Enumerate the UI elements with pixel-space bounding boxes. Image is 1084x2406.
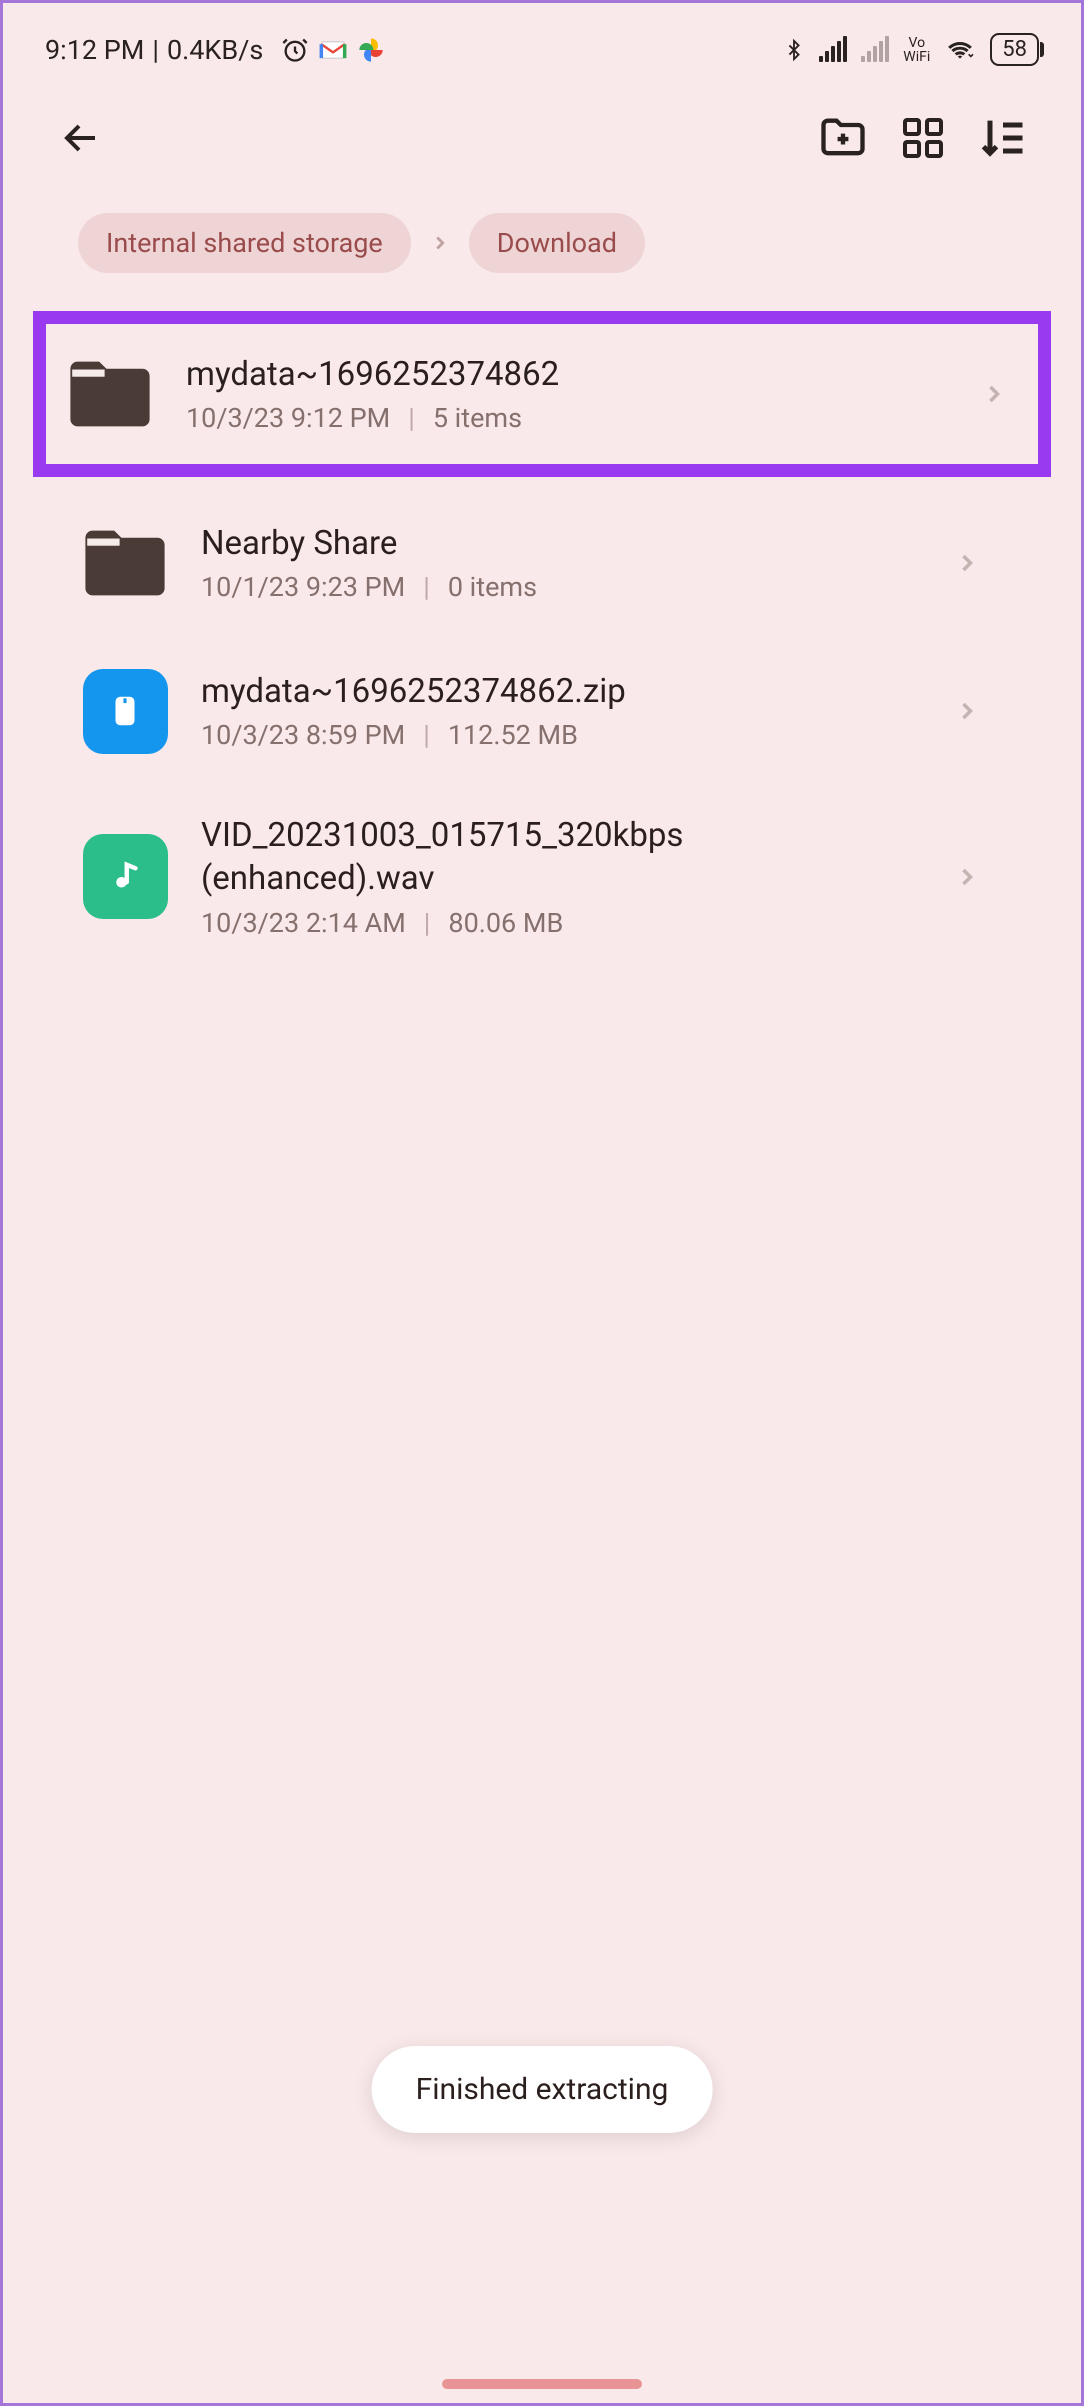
status-right: Vo WiFi 58: [783, 33, 1039, 66]
file-size: 112.52 MB: [448, 719, 578, 751]
breadcrumb: Internal shared storage Download: [3, 188, 1081, 303]
status-time: 9:12 PM: [45, 34, 144, 66]
file-name: mydata~1696252374862: [186, 354, 948, 397]
file-row-zip-mydata[interactable]: mydata~1696252374862.zip 10/3/23 8:59 PM…: [51, 637, 1031, 785]
google-photos-icon: [357, 36, 385, 64]
breadcrumb-label: Internal shared storage: [106, 227, 383, 259]
gmail-icon: [319, 36, 347, 64]
file-date: 10/3/23 9:12 PM: [186, 402, 390, 434]
file-date: 10/1/23 9:23 PM: [201, 571, 405, 603]
chevron-right-icon: [953, 863, 981, 891]
alarm-icon: [281, 36, 309, 64]
status-bar: 9:12 PM | 0.4KB/s Vo WiFi 58: [3, 3, 1081, 78]
toolbar: [3, 78, 1081, 188]
file-size: 0 items: [448, 571, 537, 603]
file-list: Nearby Share 10/1/23 9:23 PM | 0 items m…: [3, 489, 1081, 969]
audio-file-icon: [81, 833, 169, 921]
breadcrumb-download[interactable]: Download: [469, 213, 645, 273]
signal-icon: [819, 38, 847, 62]
breadcrumb-internal-storage[interactable]: Internal shared storage: [78, 213, 411, 273]
file-date: 10/3/23 2:14 AM: [201, 907, 406, 939]
highlighted-item: mydata~1696252374862 10/3/23 9:12 PM | 5…: [33, 311, 1051, 477]
meta-separator: |: [424, 907, 431, 939]
folder-icon: [66, 350, 154, 438]
file-size: 5 items: [433, 402, 522, 434]
meta-separator: |: [408, 402, 415, 434]
bluetooth-icon: [783, 35, 805, 65]
chevron-right-icon: [953, 697, 981, 725]
sort-button[interactable]: [973, 108, 1033, 168]
file-info: VID_20231003_015715_320kbps (enhanced).w…: [201, 815, 921, 939]
toast-message: Finished extracting: [372, 2046, 713, 2133]
file-name: mydata~1696252374862.zip: [201, 671, 921, 714]
file-meta: 10/3/23 8:59 PM | 112.52 MB: [201, 719, 921, 751]
meta-separator: |: [423, 571, 430, 603]
battery-indicator: 58: [990, 33, 1039, 66]
file-meta: 10/1/23 9:23 PM | 0 items: [201, 571, 921, 603]
navigation-handle[interactable]: [442, 2379, 642, 2389]
meta-separator: |: [423, 719, 430, 751]
file-row-folder-nearby-share[interactable]: Nearby Share 10/1/23 9:23 PM | 0 items: [51, 489, 1031, 637]
chevron-right-icon: [980, 380, 1008, 408]
status-separator: |: [152, 34, 159, 66]
view-grid-button[interactable]: [893, 108, 953, 168]
file-size: 80.06 MB: [448, 907, 563, 939]
vowifi-indicator: Vo WiFi: [903, 36, 930, 64]
file-name: VID_20231003_015715_320kbps (enhanced).w…: [201, 815, 921, 901]
file-meta: 10/3/23 9:12 PM | 5 items: [186, 402, 948, 434]
chevron-right-icon: [429, 232, 451, 254]
file-info: Nearby Share 10/1/23 9:23 PM | 0 items: [201, 523, 921, 604]
status-speed: 0.4KB/s: [167, 34, 263, 66]
file-row-folder-mydata[interactable]: mydata~1696252374862 10/3/23 9:12 PM | 5…: [46, 330, 1038, 458]
chevron-right-icon: [953, 549, 981, 577]
back-button[interactable]: [51, 108, 111, 168]
wifi-icon: [944, 37, 976, 63]
folder-icon: [81, 519, 169, 607]
file-meta: 10/3/23 2:14 AM | 80.06 MB: [201, 907, 921, 939]
file-info: mydata~1696252374862 10/3/23 9:12 PM | 5…: [186, 354, 948, 435]
signal-icon-2: [861, 38, 889, 62]
zip-file-icon: [81, 667, 169, 755]
status-left: 9:12 PM | 0.4KB/s: [45, 34, 385, 66]
file-name: Nearby Share: [201, 523, 921, 566]
file-date: 10/3/23 8:59 PM: [201, 719, 405, 751]
new-folder-button[interactable]: [813, 108, 873, 168]
file-row-audio-wav[interactable]: VID_20231003_015715_320kbps (enhanced).w…: [51, 785, 1031, 969]
breadcrumb-label: Download: [497, 227, 617, 259]
file-info: mydata~1696252374862.zip 10/3/23 8:59 PM…: [201, 671, 921, 752]
toast-text: Finished extracting: [416, 2072, 669, 2107]
